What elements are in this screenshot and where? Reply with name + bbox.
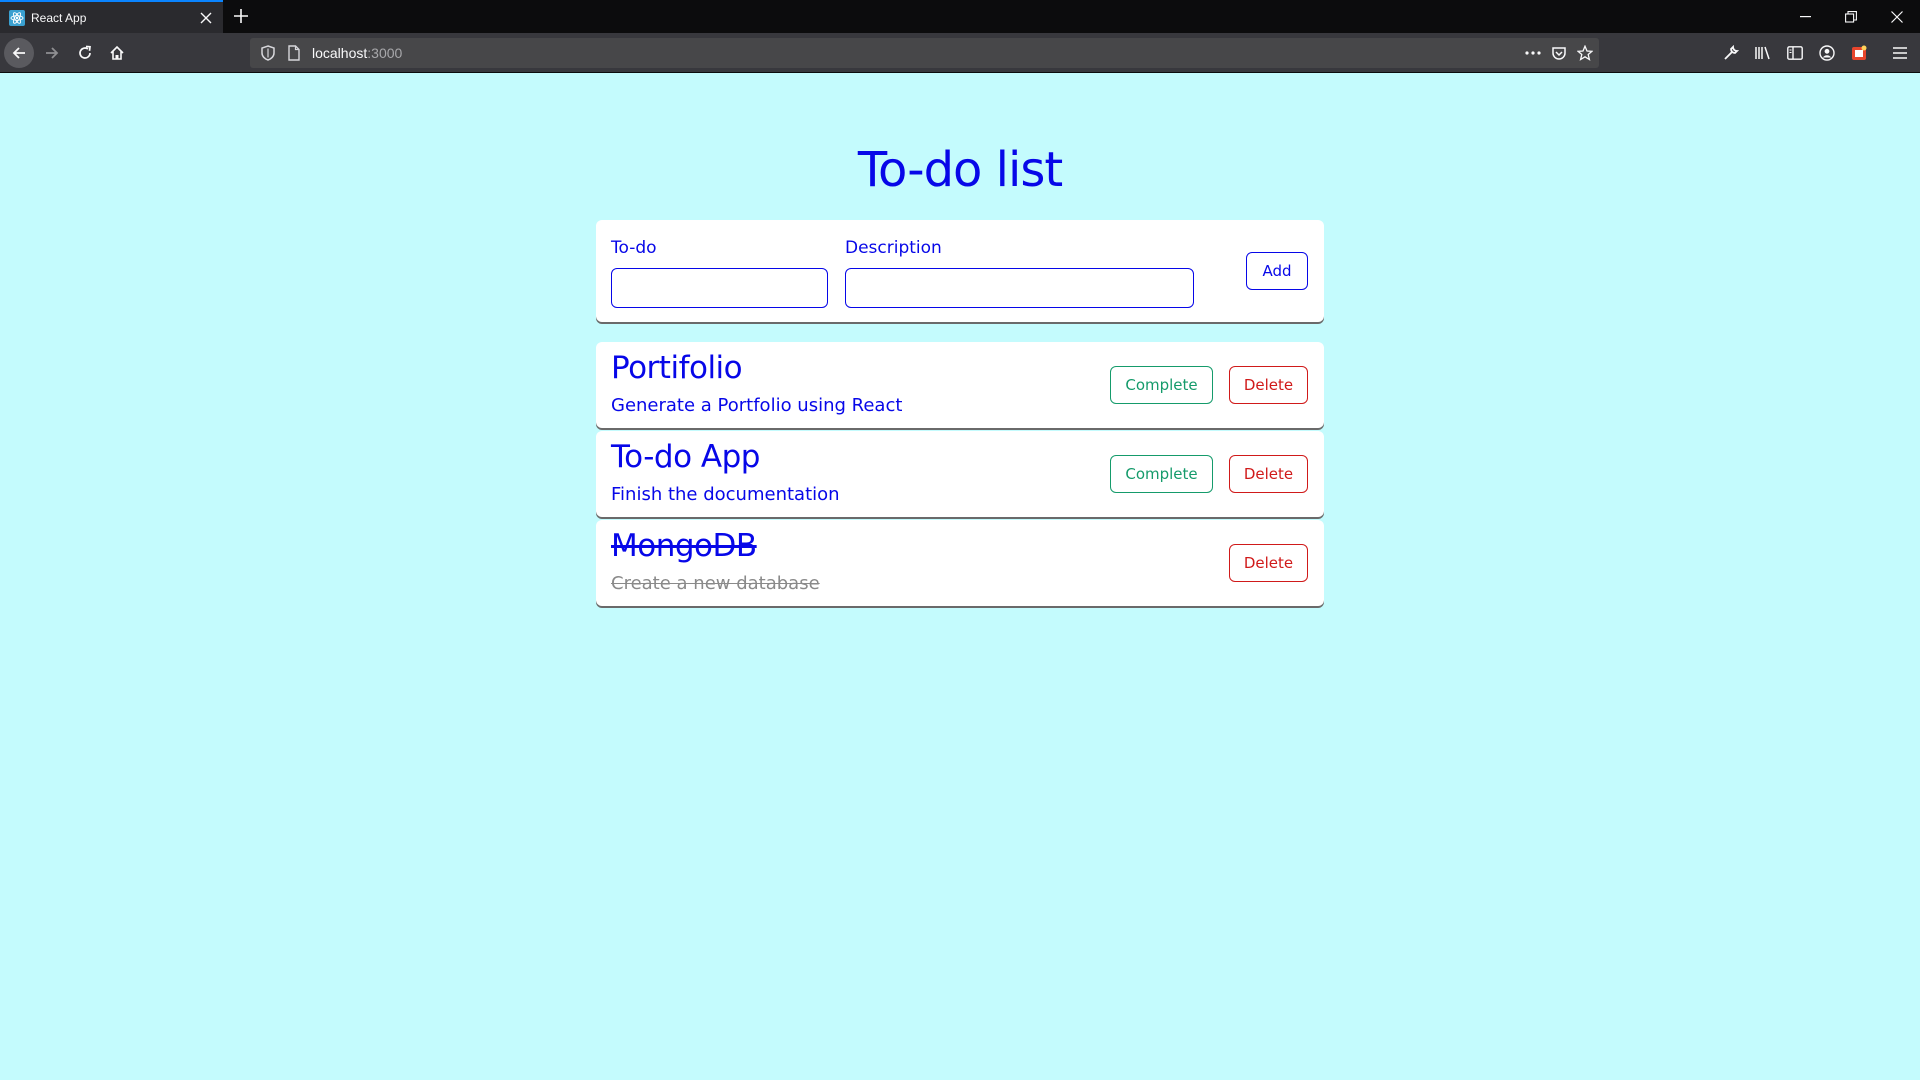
account-icon[interactable] bbox=[1815, 41, 1839, 65]
ellipsis-icon[interactable] bbox=[1525, 45, 1541, 61]
wrench-icon[interactable] bbox=[1719, 41, 1743, 65]
reload-icon[interactable] bbox=[70, 38, 100, 68]
add-todo-form: To-do Description Add bbox=[596, 220, 1324, 322]
todo-item: To-do App Finish the documentation Compl… bbox=[596, 431, 1324, 517]
complete-button[interactable]: Complete bbox=[1110, 366, 1213, 404]
todo-label: To-do bbox=[611, 238, 657, 258]
library-icon[interactable] bbox=[1751, 41, 1775, 65]
tab-react-app[interactable]: React App bbox=[0, 0, 223, 33]
description-label: Description bbox=[845, 238, 942, 258]
react-icon bbox=[9, 9, 25, 26]
minimize-icon[interactable] bbox=[1782, 0, 1828, 33]
home-icon[interactable] bbox=[102, 38, 132, 68]
complete-button[interactable]: Complete bbox=[1110, 455, 1213, 493]
hamburger-icon[interactable] bbox=[1888, 41, 1912, 65]
close-icon[interactable] bbox=[198, 10, 214, 26]
navigation-toolbar: localhost:3000 bbox=[0, 33, 1920, 73]
tab-strip: React App bbox=[0, 0, 1920, 33]
todo-item-completed: MongoDB Create a new database Delete bbox=[596, 520, 1324, 606]
todo-title: MongoDB bbox=[611, 528, 757, 564]
plus-icon[interactable] bbox=[231, 6, 251, 26]
todo-description: Generate a Portfolio using React bbox=[611, 395, 903, 416]
todo-description: Create a new database bbox=[611, 573, 820, 594]
delete-button[interactable]: Delete bbox=[1229, 544, 1308, 582]
tab-title: React App bbox=[31, 10, 87, 25]
shield-icon[interactable] bbox=[260, 45, 276, 61]
todo-input[interactable] bbox=[611, 268, 828, 308]
todo-item: Portifolio Generate a Portfolio using Re… bbox=[596, 342, 1324, 428]
arrow-right-icon[interactable] bbox=[37, 38, 67, 68]
page-title: To-do list bbox=[857, 142, 1063, 198]
todo-description: Finish the documentation bbox=[611, 484, 840, 505]
star-icon[interactable] bbox=[1577, 45, 1593, 61]
todo-title: Portifolio bbox=[611, 350, 743, 386]
description-input[interactable] bbox=[845, 268, 1194, 308]
restore-icon[interactable] bbox=[1828, 0, 1874, 33]
add-button[interactable]: Add bbox=[1246, 252, 1308, 290]
app-viewport: To-do list To-do Description Add Portifo… bbox=[0, 74, 1920, 1080]
url-host: localhost bbox=[312, 45, 368, 61]
arrow-left-icon[interactable] bbox=[4, 38, 34, 68]
url-text[interactable]: localhost:3000 bbox=[312, 45, 402, 61]
pocket-icon[interactable] bbox=[1551, 45, 1567, 61]
address-bar[interactable]: localhost:3000 bbox=[250, 38, 1599, 68]
extension-icon[interactable] bbox=[1847, 41, 1871, 65]
delete-button[interactable]: Delete bbox=[1229, 366, 1308, 404]
delete-button[interactable]: Delete bbox=[1229, 455, 1308, 493]
close-window-icon[interactable] bbox=[1874, 0, 1920, 33]
todo-title: To-do App bbox=[611, 439, 760, 475]
page-icon[interactable] bbox=[286, 45, 302, 61]
sidebar-icon[interactable] bbox=[1783, 41, 1807, 65]
url-port: :3000 bbox=[367, 45, 403, 61]
